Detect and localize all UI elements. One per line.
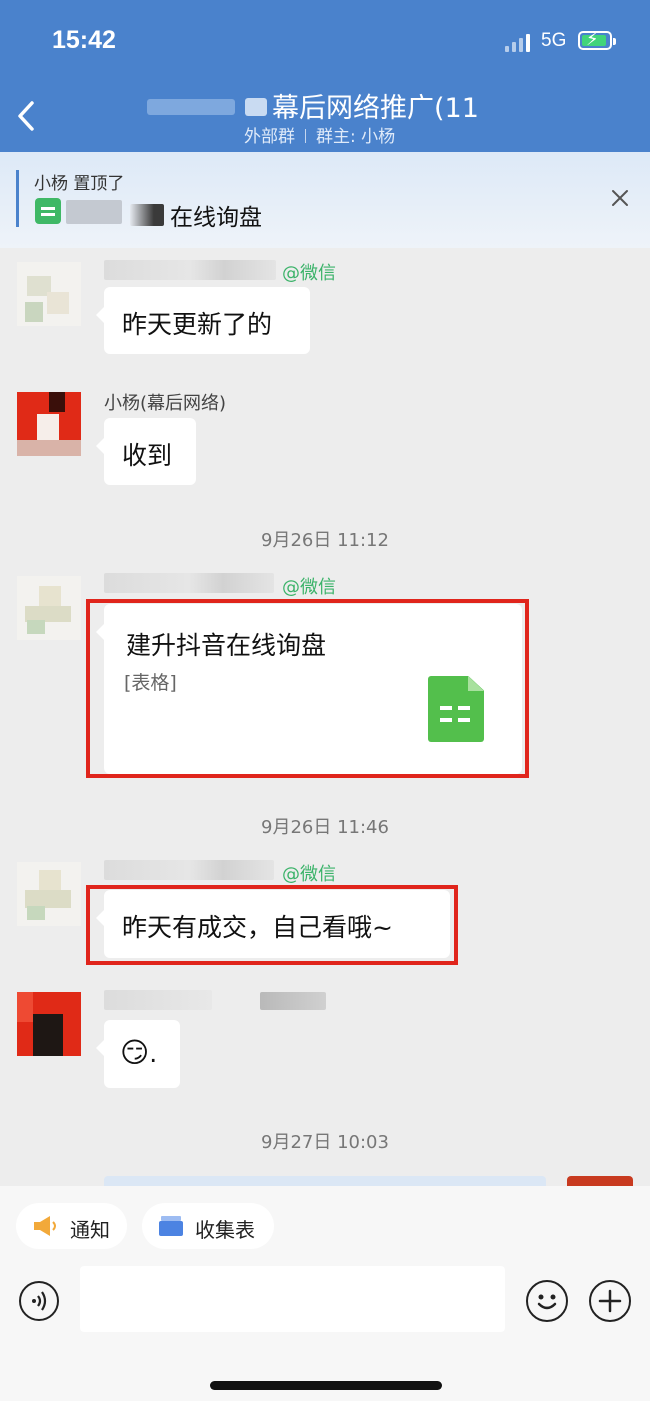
blurred-pinned-text-2 xyxy=(130,204,164,226)
pinned-message-bar[interactable]: 小杨 置顶了 在线询盘 xyxy=(0,152,650,248)
group-type-label: 外部群 xyxy=(244,127,295,147)
group-title[interactable]: 幕后网络推广(11 xyxy=(272,86,479,125)
plus-icon xyxy=(598,1289,622,1313)
avatar[interactable] xyxy=(17,262,81,326)
blurred-group-name-2 xyxy=(245,98,267,116)
blurred-sender-name xyxy=(104,260,276,280)
battery-charging-icon: ⚡ xyxy=(578,29,616,50)
message-input[interactable] xyxy=(80,1266,505,1332)
highlight-box xyxy=(86,885,458,965)
pinned-text: 在线询盘 xyxy=(170,205,262,231)
close-icon[interactable] xyxy=(608,186,632,210)
smiley-icon xyxy=(537,1294,557,1310)
home-indicator xyxy=(210,1381,442,1390)
chat-input-area: 通知 收集表 xyxy=(0,1186,650,1401)
group-owner-label: 群主: 小杨 xyxy=(316,127,396,147)
blurred-sender-name-2 xyxy=(260,992,326,1010)
blurred-group-name xyxy=(147,99,235,115)
wechat-tag: @微信 xyxy=(282,864,336,885)
message-bubble[interactable]: 😏. xyxy=(96,1020,180,1088)
blurred-sender-name xyxy=(104,860,274,880)
message-timestamp: 9月27日 10:03 xyxy=(261,1132,389,1153)
sender-name: 小杨(幕后网络) xyxy=(104,393,227,414)
message-text: . xyxy=(149,1039,158,1068)
message-text: 收到 xyxy=(122,441,173,470)
chat-header: 幕后网络推广(11 外部群 群主: 小杨 xyxy=(0,82,650,152)
voice-wave-icon xyxy=(32,1291,47,1311)
message-bubble[interactable]: 收到 xyxy=(96,418,196,485)
message-bubble[interactable]: 昨天更新了的 xyxy=(96,287,310,354)
avatar[interactable] xyxy=(17,992,81,1056)
emoji-button[interactable] xyxy=(526,1280,568,1322)
avatar[interactable] xyxy=(17,862,81,926)
avatar[interactable] xyxy=(17,392,81,456)
back-button[interactable] xyxy=(12,96,42,136)
wechat-tag: @微信 xyxy=(282,263,336,284)
signal-icon xyxy=(505,34,535,52)
collection-form-label: 收集表 xyxy=(195,1218,255,1242)
blurred-sender-name xyxy=(104,573,274,593)
status-bar: 15:42 5G ⚡ xyxy=(0,0,650,82)
highlight-box xyxy=(86,599,529,778)
voice-button[interactable] xyxy=(19,1281,59,1321)
group-subtitle: 外部群 群主: 小杨 xyxy=(244,122,395,147)
pinned-accent-line xyxy=(16,170,19,227)
chevron-left-icon xyxy=(18,101,34,131)
pinned-by-label: 小杨 置顶了 xyxy=(34,174,125,194)
megaphone-icon xyxy=(34,1216,56,1236)
notice-label: 通知 xyxy=(70,1218,110,1242)
more-button[interactable] xyxy=(589,1280,631,1322)
message-timestamp: 9月26日 11:12 xyxy=(261,530,389,551)
wechat-tag: @微信 xyxy=(282,577,336,598)
message-text: 昨天更新了的 xyxy=(122,310,273,339)
spreadsheet-icon xyxy=(35,198,61,224)
avatar[interactable] xyxy=(17,576,81,640)
network-type: 5G xyxy=(541,30,567,51)
form-stack-icon xyxy=(159,1216,183,1236)
collection-form-button[interactable]: 收集表 xyxy=(142,1203,274,1249)
blurred-sender-name xyxy=(104,990,212,1010)
message-timestamp: 9月26日 11:46 xyxy=(261,817,389,838)
smirk-emoji: 😏 xyxy=(120,1036,150,1069)
blurred-pinned-text xyxy=(66,200,122,224)
notice-button[interactable]: 通知 xyxy=(16,1203,127,1249)
status-time: 15:42 xyxy=(52,26,116,54)
